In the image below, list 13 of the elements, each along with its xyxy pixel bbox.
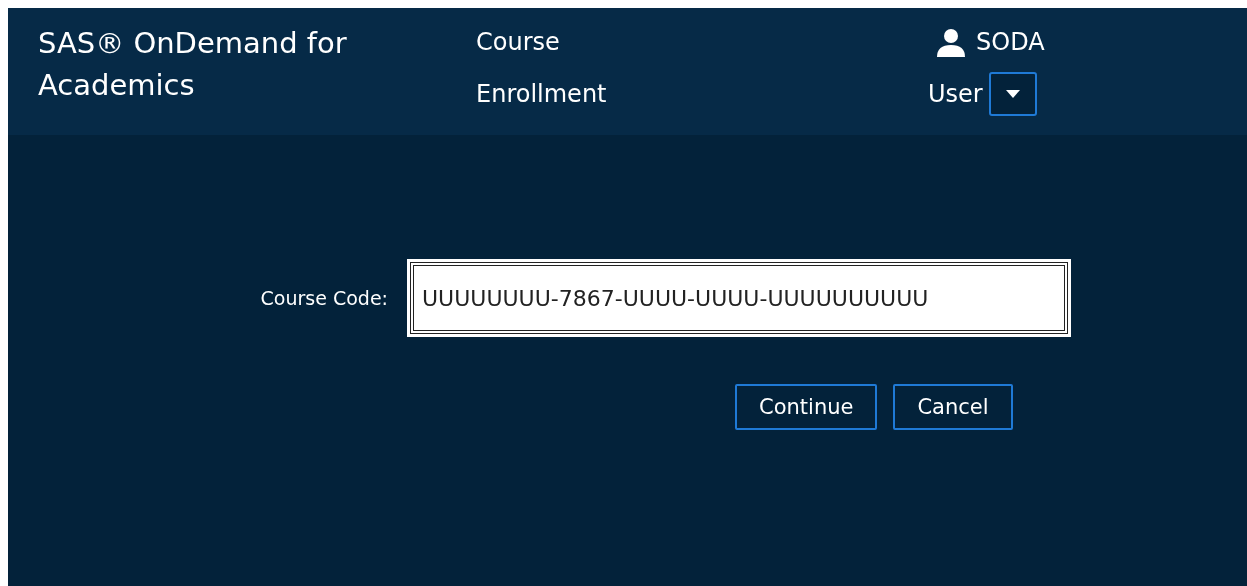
course-code-label: Course Code:	[259, 287, 389, 309]
user-name: User	[928, 79, 983, 110]
page-title: Enrollment	[476, 79, 608, 110]
cancel-button[interactable]: Cancel	[893, 384, 1013, 430]
course-code-field[interactable]: UUUUUUUU-7867-UUUU-UUUU-UUUUUUUUUU	[410, 262, 1068, 334]
caret-icon	[1005, 90, 1020, 98]
app-title: SAS® OnDemand for	[38, 25, 348, 62]
continue-button[interactable]: Continue	[735, 384, 878, 430]
page-title: Course	[476, 27, 561, 58]
app-title: Academics	[38, 67, 196, 104]
user-menu-button[interactable]	[988, 72, 1037, 116]
user-icon	[936, 27, 966, 57]
user-name: SODA	[976, 27, 1045, 58]
